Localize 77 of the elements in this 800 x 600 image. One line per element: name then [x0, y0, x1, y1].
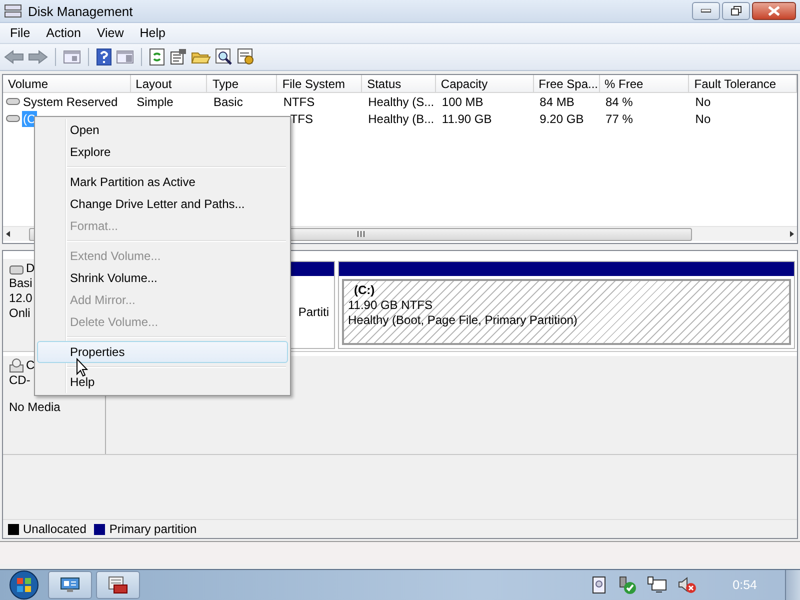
network-icon[interactable] — [646, 576, 667, 594]
table-cell: 84 % — [606, 94, 633, 108]
document-icon[interactable] — [590, 576, 607, 594]
table-cell: 100 MB — [442, 94, 484, 108]
context-menu-item[interactable]: Properties — [37, 341, 288, 363]
help-icon[interactable] — [96, 48, 112, 66]
table-cell: 11.90 GB — [442, 112, 492, 126]
context-menu-item[interactable]: Open — [37, 119, 288, 141]
shield-check-icon[interactable] — [616, 576, 637, 594]
table-cell: Basic — [213, 94, 243, 108]
column-header[interactable]: Type — [207, 75, 278, 92]
column-header[interactable]: Capacity — [436, 75, 534, 92]
disk-info: No Media — [9, 400, 60, 415]
context-menu-item[interactable]: Shrink Volume... — [37, 267, 288, 289]
minimize-icon — [701, 9, 711, 13]
restore-icon — [730, 6, 742, 16]
disk-name: C — [26, 358, 35, 373]
column-header[interactable]: File System — [277, 75, 362, 92]
column-header[interactable]: Layout — [130, 75, 208, 92]
column-header[interactable]: % Free — [600, 75, 690, 92]
computer-icon — [60, 577, 80, 593]
search-icon[interactable] — [215, 48, 233, 66]
partition-block[interactable]: (C:) 11.90 GB NTFS Healthy (Boot, Page File, Primary Partition) — [338, 261, 795, 349]
table-cell: 84 MB — [540, 94, 574, 108]
disk-info: CD- — [9, 373, 30, 388]
grip-icon — [356, 231, 364, 237]
properties-icon[interactable] — [169, 48, 187, 66]
context-menu-item[interactable]: Change Drive Letter and Paths... — [37, 193, 288, 215]
menu-item[interactable]: Action — [38, 24, 89, 42]
context-menu-item[interactable]: Mark Partition as Active — [37, 171, 288, 193]
disk-info: Basi — [9, 276, 32, 291]
menu-item[interactable]: Help — [132, 24, 174, 42]
table-cell: Healthy (B... — [368, 112, 434, 126]
partition-info: Partiti — [298, 304, 329, 320]
back-arrow-icon[interactable] — [4, 49, 24, 65]
legend-label: Unallocated — [23, 522, 86, 536]
column-header[interactable]: Status — [362, 75, 436, 92]
cd-drive-icon — [9, 358, 24, 373]
muted-speaker-icon[interactable] — [676, 576, 697, 594]
drive-icon — [6, 97, 20, 106]
table-cell: No — [695, 112, 711, 126]
partition-name: (C:) — [353, 283, 376, 298]
taskbar-button[interactable] — [48, 571, 92, 599]
restore-button[interactable] — [722, 2, 750, 20]
refresh-icon[interactable] — [149, 48, 165, 66]
partition-info: 11.90 GB NTFS — [348, 298, 434, 313]
close-button[interactable] — [752, 2, 796, 20]
table-cell: No — [695, 94, 711, 108]
drive-icon — [6, 114, 20, 123]
toolbox-icon — [108, 576, 128, 594]
disk-management-icon — [4, 4, 22, 18]
table-cell: Healthy (S... — [368, 94, 434, 108]
column-header[interactable]: Volume — [3, 75, 131, 92]
close-icon — [768, 6, 780, 16]
table-cell: 77 % — [606, 112, 633, 126]
menu-item[interactable]: File — [2, 24, 38, 42]
show-desktop-button[interactable] — [785, 570, 800, 600]
menu-item[interactable]: View — [88, 24, 132, 42]
panel-icon[interactable] — [63, 49, 81, 65]
table-cell: System Reserved — [22, 94, 119, 110]
disk-info: 12.0 — [9, 291, 32, 306]
table-cell: NTFS — [283, 94, 315, 108]
table-cell: 9.20 GB — [540, 112, 584, 126]
column-header[interactable]: Free Spa... — [534, 75, 600, 92]
settings-icon[interactable] — [237, 48, 255, 66]
column-header[interactable]: Fault Tolerance — [689, 75, 797, 92]
disk-info: Onli — [9, 306, 30, 321]
legend-label: Primary partition — [109, 522, 197, 536]
partition-info: Healthy (Boot, Page File, Primary Partition) — [348, 313, 578, 328]
taskbar-button[interactable] — [96, 571, 140, 599]
disk-name: D — [26, 261, 35, 276]
forward-arrow-icon[interactable] — [28, 49, 48, 65]
table-cell: Simple — [136, 94, 174, 108]
minimize-button[interactable] — [692, 2, 720, 20]
table-cell: TFS — [290, 112, 313, 126]
window-title: Disk Management — [28, 4, 134, 18]
context-menu-item[interactable]: Explore — [37, 141, 288, 163]
